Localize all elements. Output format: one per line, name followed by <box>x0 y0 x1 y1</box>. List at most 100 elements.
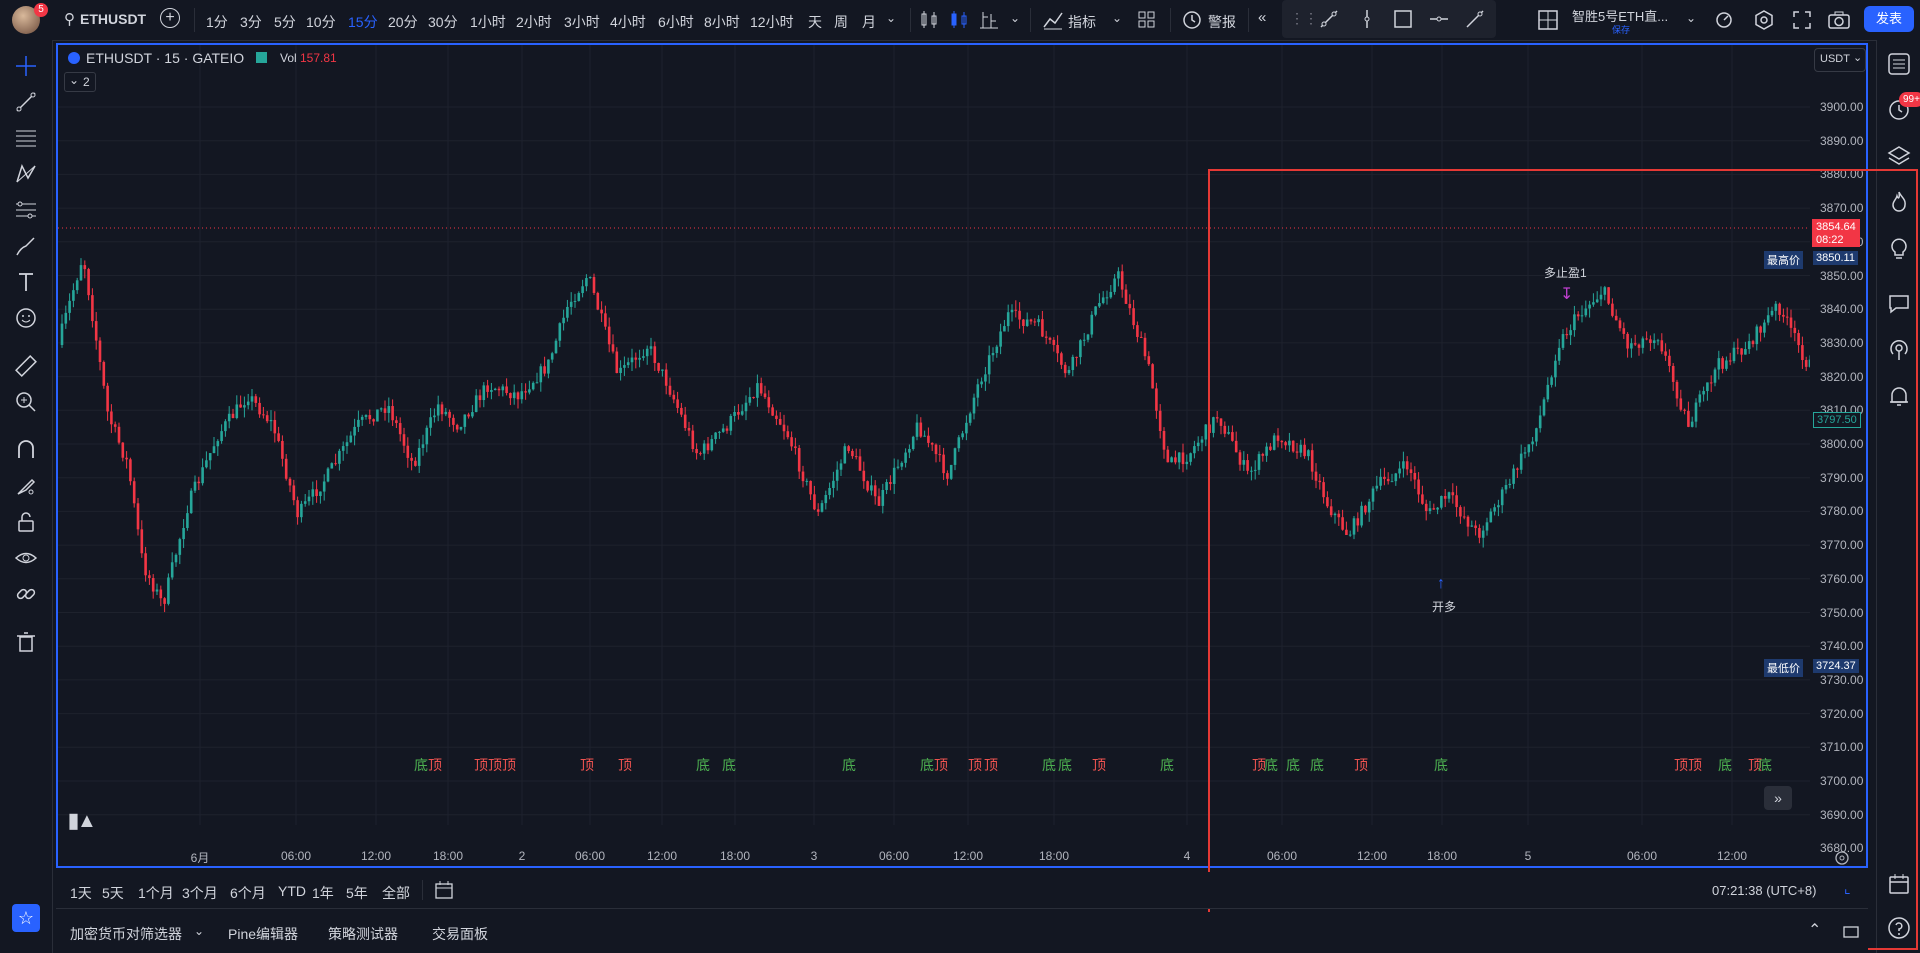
panel-tab[interactable]: 加密货币对筛选器 <box>70 924 182 944</box>
camera-icon[interactable] <box>1828 10 1850 30</box>
candle-body <box>269 419 273 422</box>
timeframe-5[interactable]: 20分 <box>388 12 418 32</box>
layers-icon[interactable] <box>1887 144 1911 168</box>
link-icon[interactable] <box>14 582 38 606</box>
range-button[interactable]: 全部 <box>382 883 410 903</box>
candle-body <box>923 435 926 437</box>
zoom-in-icon[interactable] <box>14 390 38 414</box>
watchlist-star-button[interactable]: ☆ <box>12 904 40 932</box>
candle-body <box>490 390 493 392</box>
ray-icon[interactable] <box>1464 8 1486 30</box>
alert-button[interactable]: 警报 <box>1208 12 1236 32</box>
timeframe-12[interactable]: 8小时 <box>704 12 740 32</box>
timeframe-16[interactable]: 月 <box>862 12 876 32</box>
chevron-down-icon[interactable]: ⌄ <box>1010 11 1020 25</box>
bars-icon[interactable] <box>978 9 1000 31</box>
range-button[interactable]: 1天 <box>70 883 92 903</box>
settings-icon[interactable] <box>1754 10 1774 30</box>
hollow-candles-icon[interactable] <box>948 9 970 31</box>
timeframe-3[interactable]: 10分 <box>306 12 336 32</box>
eye-icon[interactable] <box>14 546 38 570</box>
indicators-button[interactable]: 指标 <box>1068 12 1096 32</box>
candles-icon[interactable] <box>918 9 940 31</box>
trend-line-tool-icon[interactable] <box>14 90 38 114</box>
candle-body <box>535 382 539 384</box>
layout-icon[interactable] <box>1538 10 1558 30</box>
timeframe-14[interactable]: 天 <box>808 12 822 32</box>
candle-body <box>904 452 907 463</box>
panel-tab[interactable]: Pine编辑器 <box>228 924 298 944</box>
timeframe-1[interactable]: 3分 <box>240 12 262 32</box>
timeframe-7[interactable]: 1小时 <box>470 12 506 32</box>
clock[interactable]: 07:21:38 (UTC+8) <box>1712 883 1816 898</box>
timeframe-13[interactable]: 12小时 <box>750 12 794 32</box>
candle-body <box>687 427 691 431</box>
chevron-down-icon[interactable]: ⌄ <box>1686 11 1696 25</box>
candle-body <box>64 312 68 324</box>
timeframe-6[interactable]: 30分 <box>428 12 458 32</box>
candle-body <box>319 491 322 497</box>
crosshair-small-icon[interactable]: ⌞ <box>1844 880 1851 897</box>
timeframe-2[interactable]: 5分 <box>274 12 296 32</box>
symbol-search[interactable]: ETHUSDT <box>80 11 146 27</box>
time-tick: 3 <box>810 849 818 863</box>
compare-add-icon[interactable]: + <box>160 8 180 28</box>
panel-tab[interactable]: 策略测试器 <box>328 924 398 944</box>
pattern-tool-icon[interactable] <box>14 162 38 186</box>
stay-in-drawing-icon[interactable] <box>14 474 38 498</box>
prediction-tool-icon[interactable] <box>14 198 38 222</box>
indicators-icon[interactable] <box>1042 9 1064 31</box>
rectangle-icon[interactable] <box>1392 8 1414 30</box>
range-button[interactable]: YTD <box>278 883 306 899</box>
timeframe-4[interactable]: 15分 <box>348 12 378 32</box>
range-button[interactable]: 1个月 <box>138 883 174 903</box>
alert-icon[interactable] <box>1182 10 1202 30</box>
lock-icon[interactable] <box>14 510 38 534</box>
legend-title[interactable]: ETHUSDT · 15 · GATEIO <box>86 50 244 66</box>
horizontal-line-icon[interactable] <box>1428 8 1450 30</box>
indicators-collapse-button[interactable]: ⌄ 2 <box>64 72 96 92</box>
maximize-panel-icon[interactable] <box>1842 923 1860 941</box>
text-tool-icon[interactable] <box>14 270 38 294</box>
range-button[interactable]: 1年 <box>312 883 334 903</box>
tradingview-logo[interactable]: ▮▲ <box>68 808 97 833</box>
timeframe-15[interactable]: 周 <box>834 12 848 32</box>
currency-selector[interactable]: USDT ⌄ <box>1814 48 1866 72</box>
candle-body <box>311 489 315 497</box>
emoji-tool-icon[interactable] <box>14 306 38 330</box>
panel-tab[interactable]: 交易面板 <box>432 924 488 944</box>
ruler-icon[interactable] <box>14 354 38 378</box>
drag-handle-icon[interactable]: ⋮⋮ <box>1290 10 1318 27</box>
vertical-line-icon[interactable] <box>1356 8 1378 30</box>
timeframe-10[interactable]: 4小时 <box>610 12 646 32</box>
range-button[interactable]: 5年 <box>346 883 368 903</box>
quick-search-icon[interactable] <box>1714 10 1734 30</box>
timeframe-8[interactable]: 2小时 <box>516 12 552 32</box>
timeframe-0[interactable]: 1分 <box>206 12 228 32</box>
magnet-icon[interactable] <box>14 438 38 462</box>
chevron-down-icon[interactable]: ⌄ <box>1112 11 1122 25</box>
brush-tool-icon[interactable] <box>14 234 38 258</box>
trash-icon[interactable] <box>14 630 38 654</box>
replay-icon[interactable]: « <box>1258 9 1266 26</box>
templates-icon[interactable] <box>1138 11 1156 29</box>
timeframe-9[interactable]: 3小时 <box>564 12 600 32</box>
watchlist-icon[interactable] <box>1887 52 1911 76</box>
chevron-down-icon[interactable]: ⌄ <box>194 924 204 938</box>
collapse-panel-icon[interactable]: ⌃ <box>1808 920 1821 940</box>
candle-body <box>547 359 550 374</box>
publish-button[interactable]: 发表 <box>1864 6 1914 32</box>
goto-date-icon[interactable] <box>434 880 454 900</box>
timeframe-11[interactable]: 6小时 <box>658 12 694 32</box>
search-icon[interactable]: ⚲ <box>64 10 75 28</box>
candle-body <box>224 421 227 432</box>
range-button[interactable]: 5天 <box>102 883 124 903</box>
trend-line-icon[interactable] <box>1318 8 1340 30</box>
fullscreen-icon[interactable] <box>1792 10 1812 30</box>
crosshair-icon[interactable] <box>14 54 38 78</box>
candle-body <box>718 431 721 433</box>
range-button[interactable]: 6个月 <box>230 883 266 903</box>
chevron-down-icon[interactable]: ⌄ <box>886 11 896 25</box>
range-button[interactable]: 3个月 <box>182 883 218 903</box>
fib-tool-icon[interactable] <box>14 126 38 150</box>
